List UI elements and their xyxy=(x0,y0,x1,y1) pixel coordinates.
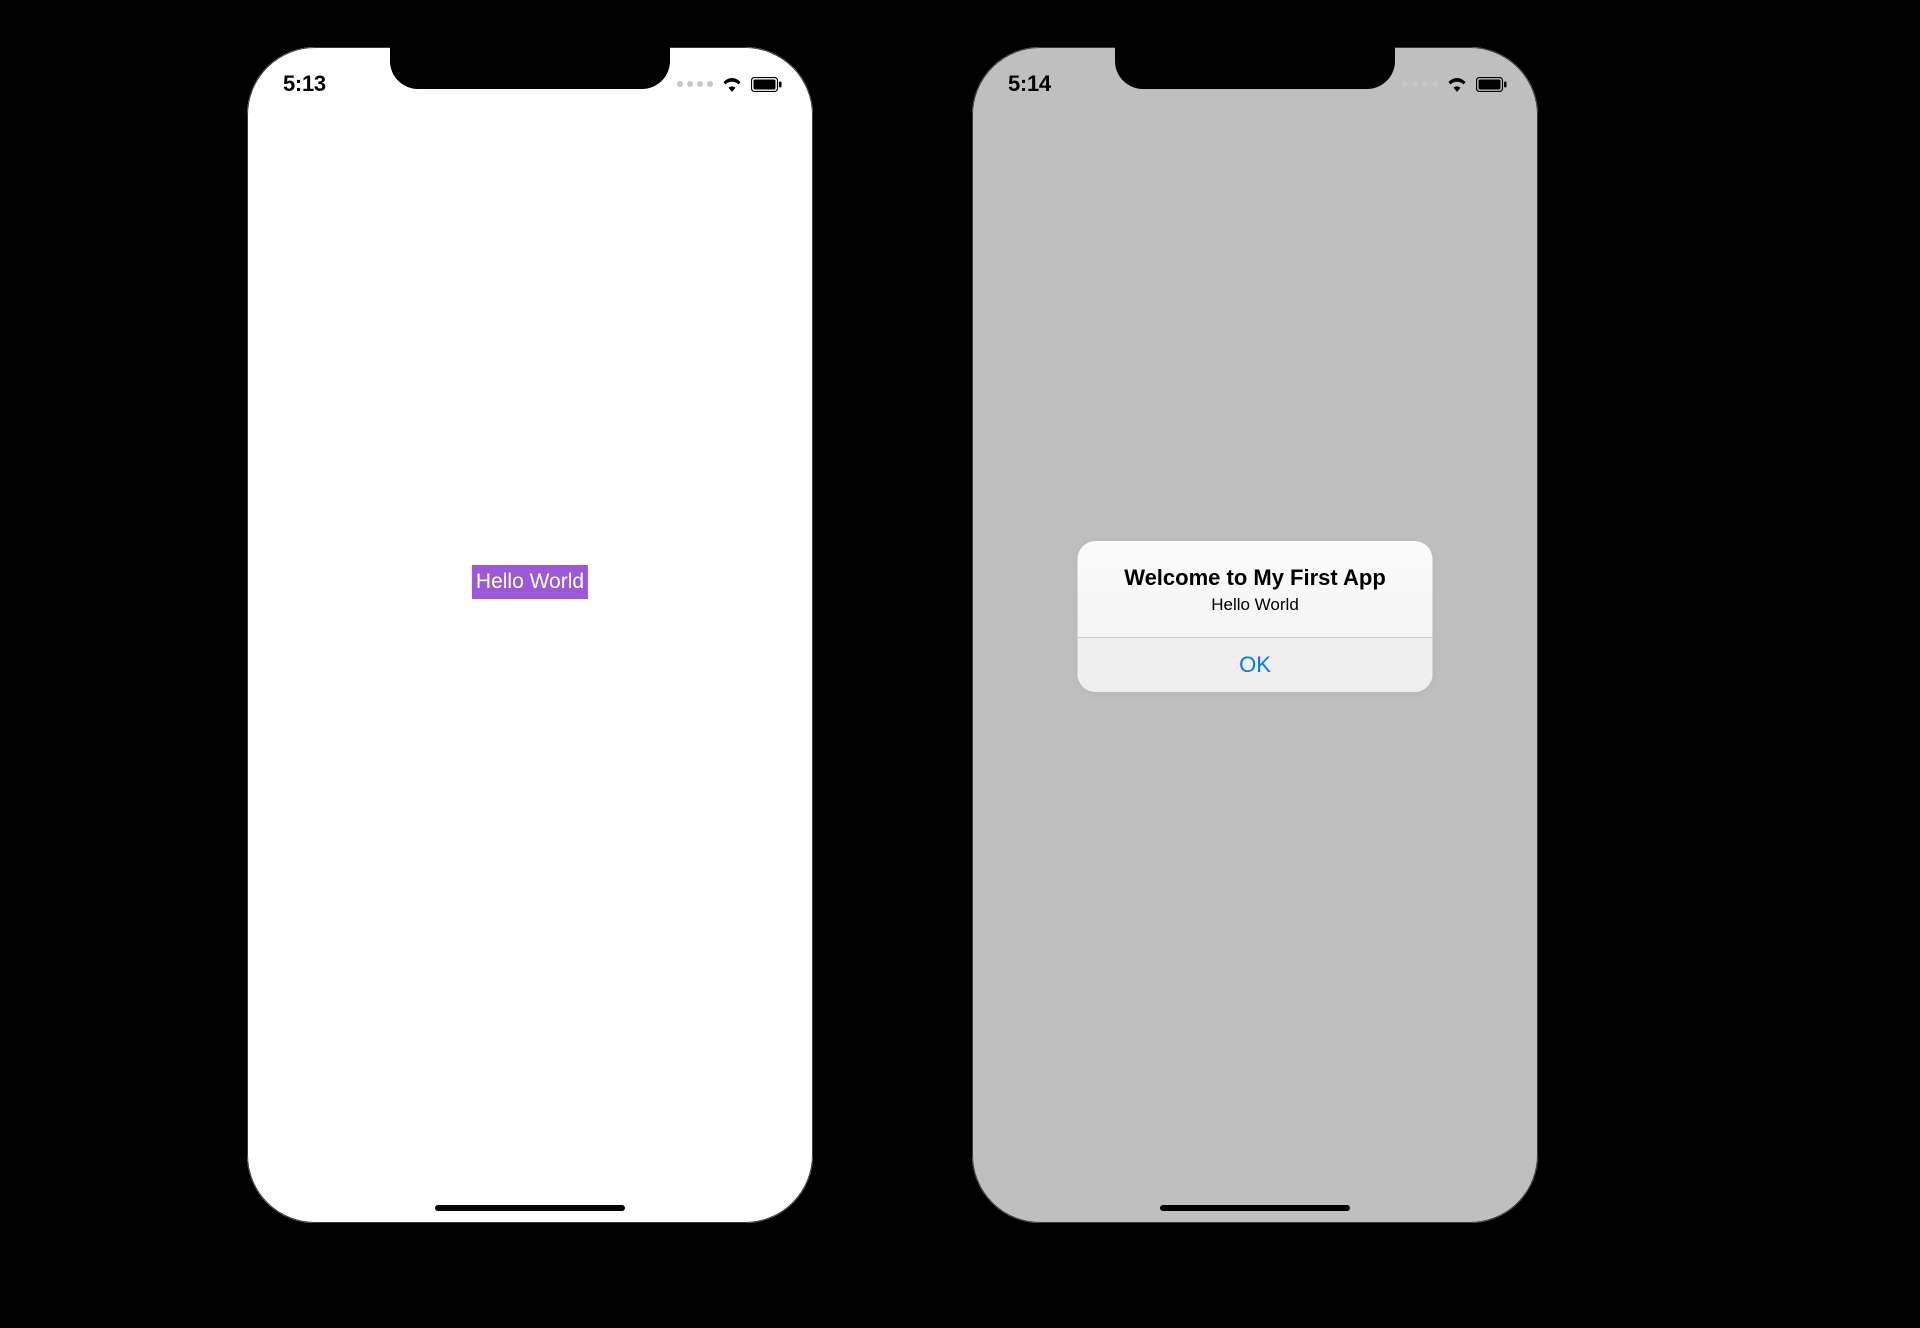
phone-mockup-right: 5:14 Welcome to My First App Hello World… xyxy=(950,25,1560,1245)
cellular-signal-icon xyxy=(677,81,713,87)
hello-world-button[interactable]: Hello World xyxy=(472,565,588,599)
cellular-signal-icon xyxy=(1402,81,1438,87)
power-button xyxy=(1556,327,1560,457)
volume-down-button xyxy=(225,407,229,495)
phone-notch xyxy=(390,45,670,89)
battery-icon xyxy=(1476,77,1508,92)
wifi-icon xyxy=(721,76,743,92)
status-indicators xyxy=(1402,76,1508,92)
silence-switch xyxy=(225,217,229,262)
status-indicators xyxy=(677,76,783,92)
wifi-icon xyxy=(1446,76,1468,92)
home-indicator[interactable] xyxy=(1160,1205,1350,1211)
power-button xyxy=(831,327,835,457)
alert-body: Welcome to My First App Hello World xyxy=(1078,541,1433,637)
alert-title: Welcome to My First App xyxy=(1098,565,1413,591)
phone-mockup-left: 5:13 Hello World xyxy=(225,25,835,1245)
alert-dialog: Welcome to My First App Hello World OK xyxy=(1078,541,1433,692)
home-indicator[interactable] xyxy=(435,1205,625,1211)
volume-up-button xyxy=(225,302,229,390)
alert-ok-button[interactable]: OK xyxy=(1078,638,1433,692)
status-time: 5:13 xyxy=(283,71,326,97)
volume-up-button xyxy=(950,302,954,390)
status-time: 5:14 xyxy=(1008,71,1051,97)
phone-screen-dimmed: 5:14 Welcome to My First App Hello World… xyxy=(972,47,1538,1223)
battery-icon xyxy=(751,77,783,92)
alert-message: Hello World xyxy=(1098,595,1413,615)
volume-down-button xyxy=(950,407,954,495)
phone-notch xyxy=(1115,45,1395,89)
silence-switch xyxy=(950,217,954,262)
phone-screen: 5:13 Hello World xyxy=(247,47,813,1223)
